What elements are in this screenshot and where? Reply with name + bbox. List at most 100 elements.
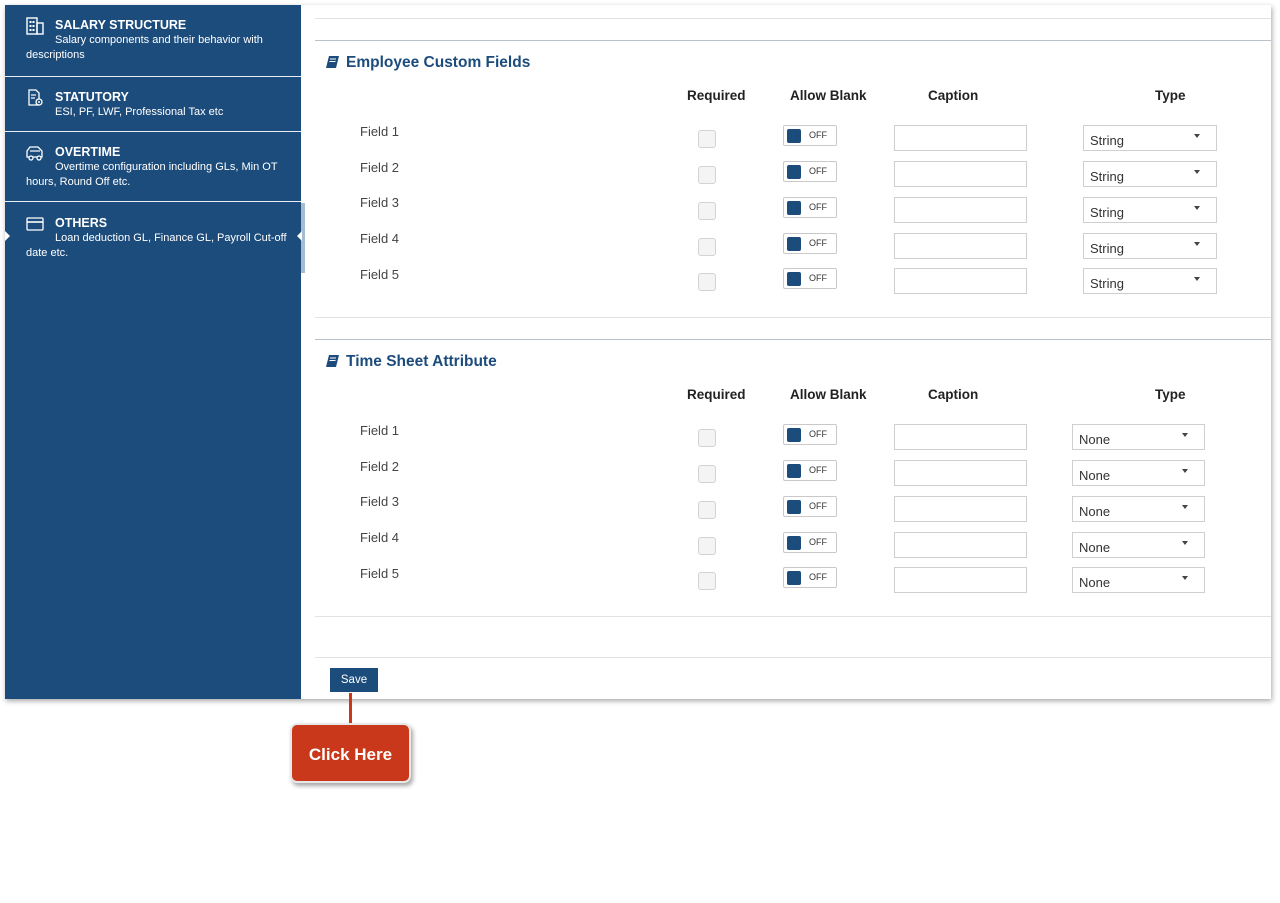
- chevron-down-icon: [1182, 541, 1188, 545]
- required-checkbox[interactable]: [698, 537, 716, 555]
- field-label: Field 4: [360, 231, 400, 246]
- type-select[interactable]: String: [1083, 268, 1217, 294]
- field-label: Field 2: [360, 459, 400, 474]
- sidebar-item-title: OVERTIME: [55, 145, 121, 159]
- sidebar-item-others[interactable]: OTHERS Loan deduction GL, Finance GL, Pa…: [5, 203, 305, 273]
- sidebar-item-desc: Salary components and their behavior wit…: [26, 34, 263, 61]
- type-select[interactable]: String: [1083, 197, 1217, 223]
- allow-blank-toggle[interactable]: OFF: [783, 197, 837, 218]
- sidebar-item-desc: Loan deduction GL, Finance GL, Payroll C…: [26, 232, 287, 259]
- column-header-required: Required: [687, 387, 746, 402]
- allow-blank-toggle[interactable]: OFF: [783, 268, 837, 289]
- type-select[interactable]: String: [1083, 125, 1217, 151]
- chevron-down-icon: [1194, 170, 1200, 174]
- sidebar-item-desc: ESI, PF, LWF, Professional Tax etc: [55, 106, 224, 118]
- toggle-state: OFF: [809, 465, 827, 475]
- type-select-value: None: [1079, 575, 1111, 590]
- toggle-state: OFF: [809, 537, 827, 547]
- chevron-down-icon: [1182, 505, 1188, 509]
- field-label: Field 4: [360, 530, 400, 545]
- callout-pointer-line: [349, 693, 352, 725]
- required-checkbox[interactable]: [698, 202, 716, 220]
- required-checkbox[interactable]: [698, 166, 716, 184]
- field-label: Field 2: [360, 160, 400, 175]
- required-checkbox[interactable]: [698, 130, 716, 148]
- caption-input[interactable]: [894, 532, 1027, 558]
- caption-input[interactable]: [894, 424, 1027, 450]
- allow-blank-toggle[interactable]: OFF: [783, 233, 837, 254]
- sidebar-item-desc: Overtime configuration including GLs, Mi…: [26, 161, 278, 188]
- toggle-state: OFF: [809, 572, 827, 582]
- allow-blank-toggle[interactable]: OFF: [783, 161, 837, 182]
- column-header-allow-blank: Allow Blank: [790, 88, 867, 103]
- caption-input[interactable]: [894, 197, 1027, 223]
- sidebar-item-title: OTHERS: [55, 216, 108, 230]
- toggle-state: OFF: [809, 202, 827, 212]
- allow-blank-toggle[interactable]: OFF: [783, 460, 837, 481]
- required-checkbox[interactable]: [698, 273, 716, 291]
- chevron-down-icon: [1194, 277, 1200, 281]
- toggle-state: OFF: [809, 273, 827, 283]
- allow-blank-toggle[interactable]: OFF: [783, 496, 837, 517]
- chevron-down-icon: [1182, 576, 1188, 580]
- allow-blank-toggle[interactable]: OFF: [783, 532, 837, 553]
- toggle-knob: [787, 536, 801, 550]
- caption-input[interactable]: [894, 496, 1027, 522]
- required-checkbox[interactable]: [698, 572, 716, 590]
- section-title-text: Time Sheet Attribute: [346, 353, 497, 370]
- allow-blank-toggle[interactable]: OFF: [783, 424, 837, 445]
- active-indicator-right: [297, 231, 302, 241]
- book-icon: [326, 56, 339, 68]
- caption-input[interactable]: [894, 161, 1027, 187]
- required-checkbox[interactable]: [698, 238, 716, 256]
- caption-input[interactable]: [894, 460, 1027, 486]
- app-window: SALARY STRUCTURE Salary components and t…: [5, 5, 1271, 699]
- building-icon: [26, 17, 44, 35]
- type-select[interactable]: None: [1072, 496, 1205, 522]
- sidebar-item-overtime[interactable]: OVERTIME Overtime configuration includin…: [5, 132, 301, 202]
- click-here-callout: Click Here: [290, 723, 411, 783]
- caption-input[interactable]: [894, 567, 1027, 593]
- sidebar-item-title: SALARY STRUCTURE: [55, 18, 187, 32]
- caption-input[interactable]: [894, 268, 1027, 294]
- type-select-value: None: [1079, 432, 1111, 447]
- field-label: Field 5: [360, 566, 400, 581]
- type-select[interactable]: None: [1072, 460, 1205, 486]
- divider: [315, 657, 1271, 658]
- required-checkbox[interactable]: [698, 465, 716, 483]
- toggle-knob: [787, 272, 801, 286]
- active-indicator-left: [5, 231, 10, 241]
- type-select-value: None: [1079, 540, 1111, 555]
- type-select[interactable]: String: [1083, 161, 1217, 187]
- type-select-value: None: [1079, 504, 1111, 519]
- required-checkbox[interactable]: [698, 429, 716, 447]
- column-header-type: Type: [1155, 387, 1186, 402]
- column-header-caption: Caption: [928, 387, 979, 402]
- chevron-down-icon: [1194, 242, 1200, 246]
- type-select-value: None: [1079, 468, 1111, 483]
- type-select-value: String: [1090, 205, 1124, 220]
- caption-input[interactable]: [894, 233, 1027, 259]
- card-icon: [26, 217, 44, 231]
- toggle-state: OFF: [809, 238, 827, 248]
- toggle-knob: [787, 571, 801, 585]
- field-label: Field 1: [360, 124, 400, 139]
- chevron-down-icon: [1194, 206, 1200, 210]
- allow-blank-toggle[interactable]: OFF: [783, 567, 837, 588]
- field-label: Field 3: [360, 494, 400, 509]
- sidebar-item-title: STATUTORY: [55, 90, 129, 104]
- type-select[interactable]: None: [1072, 532, 1205, 558]
- required-checkbox[interactable]: [698, 501, 716, 519]
- type-select[interactable]: None: [1072, 424, 1205, 450]
- type-select[interactable]: String: [1083, 233, 1217, 259]
- allow-blank-toggle[interactable]: OFF: [783, 125, 837, 146]
- type-select[interactable]: None: [1072, 567, 1205, 593]
- sidebar-item-statutory[interactable]: STATUTORY ESI, PF, LWF, Professional Tax…: [5, 77, 301, 132]
- sidebar-item-salary-structure[interactable]: SALARY STRUCTURE Salary components and t…: [5, 5, 301, 77]
- toggle-knob: [787, 500, 801, 514]
- divider: [315, 40, 1271, 41]
- type-select-value: String: [1090, 241, 1124, 256]
- section-title-time-sheet-attribute: Time Sheet Attribute: [326, 353, 497, 371]
- caption-input[interactable]: [894, 125, 1027, 151]
- save-button[interactable]: Save: [330, 668, 378, 692]
